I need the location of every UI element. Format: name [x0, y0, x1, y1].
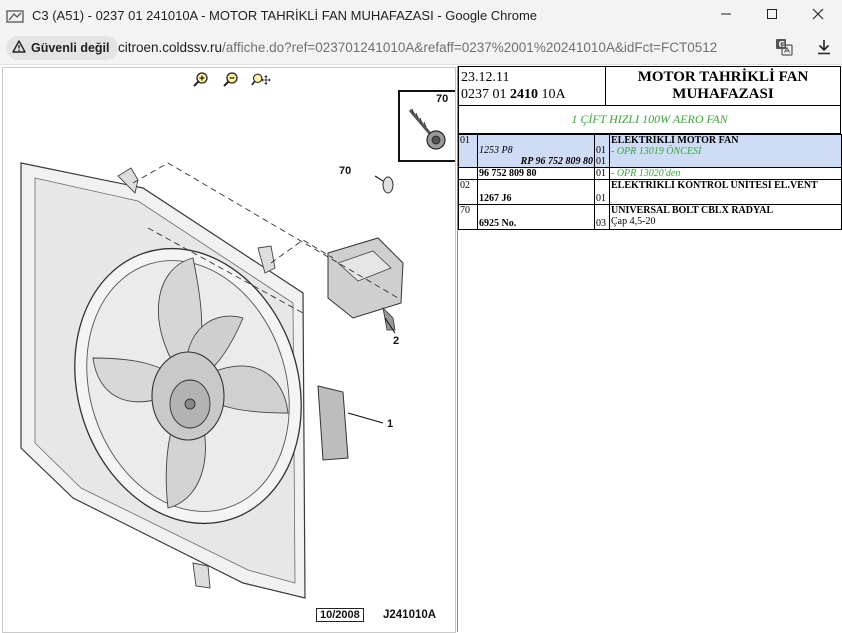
screw-thumbnail: 70	[398, 90, 455, 162]
part-desc-main: ELEKTRİKLİ MOTOR FAN	[611, 135, 739, 146]
part-ref-2: RP 96 752 809 80	[520, 156, 593, 167]
part-desc-sub: Çap 4,5-20	[611, 216, 656, 227]
ref-suffix: 10A	[538, 87, 566, 102]
drawing-ref-code: J241010A	[383, 609, 437, 621]
part-desc: UNIVERSAL BOLT CBLX RADYAL Çap 4,5-20	[609, 204, 842, 230]
part-no: 02	[458, 179, 478, 205]
download-icon	[816, 39, 832, 60]
header-ref: 0237 01 2410 10A	[461, 86, 566, 103]
part-ref-1: 1253 P8	[479, 145, 513, 156]
part-desc: ELEKTRİKLİ MOTOR FAN - OPR 13019 ÖNCESİ	[609, 134, 842, 168]
url-path: /affiche.do?ref=023701241010A&refaff=023…	[222, 40, 718, 55]
ref-prefix: 0237 01	[461, 87, 510, 102]
maximize-icon	[766, 7, 778, 25]
part-ref: 6925 No.	[477, 204, 595, 230]
url-host: citroen.coldssv.ru	[118, 40, 223, 55]
part-desc-main: UNIVERSAL BOLT CBLX RADYAL	[611, 205, 774, 216]
maximize-button[interactable]	[749, 0, 795, 32]
callout-70: 70	[339, 165, 352, 177]
table-row[interactable]: 96 752 809 80 01 - OPR 13020'den	[458, 167, 842, 180]
part-desc: ELEKTRİKLİ KONTROL ÜNİTESİ EL.VENT	[609, 179, 842, 205]
minimize-icon	[720, 7, 732, 25]
minimize-button[interactable]	[703, 0, 749, 32]
part-refs: 1253 P8 RP 96 752 809 80	[477, 134, 595, 168]
parts-table: 01 1253 P8 RP 96 752 809 80 01 01 ELEKTR…	[458, 134, 842, 230]
parts-pane: 23.12.11 0237 01 2410 10A MOTOR TAHRİKLİ…	[457, 66, 842, 632]
thumb-callout-70: 70	[436, 93, 449, 105]
page-content: 70 2 1 70 10/2008 J241010A 23.12.11 0237…	[0, 65, 842, 633]
part-no: 01	[458, 134, 478, 168]
translate-button[interactable]: G	[773, 38, 795, 60]
title-line-2: MUHAFAZASI	[672, 86, 774, 102]
title-line-1: MOTOR TAHRİKLİ FAN	[637, 69, 809, 85]
screw-icon	[408, 108, 446, 150]
url-field[interactable]: citroen.coldssv.ru/affiche.do?ref=023701…	[118, 40, 717, 55]
table-row[interactable]: 02 1267 J6 01 ELEKTRİKLİ KONTROL ÜNİTESİ…	[458, 179, 842, 205]
callout-1: 1	[387, 418, 394, 430]
header-left: 23.12.11 0237 01 2410 10A	[461, 69, 566, 103]
part-qty-3: 01	[594, 167, 610, 180]
translate-icon: G	[775, 38, 793, 61]
part-no: 70	[458, 204, 478, 230]
diagram-viewer: 70 2 1 70 10/2008 J241010A	[2, 67, 456, 633]
page-title: MOTOR TAHRİKLİ FAN MUHAFAZASI	[607, 69, 839, 103]
part-qty: 01 01	[594, 134, 610, 168]
warning-icon	[12, 40, 26, 56]
ref-bold: 2410	[510, 87, 538, 102]
part-no-empty	[458, 167, 478, 180]
part-note-1: - OPR 13019 ÖNCESİ	[611, 146, 702, 157]
window-title-bar: C3 (A51) - 0237 01 241010A - MOTOR TAHRİ…	[0, 0, 842, 32]
part-qty-1: 01	[596, 145, 606, 156]
table-row[interactable]: 70 6925 No. 03 UNIVERSAL BOLT CBLX RADYA…	[458, 204, 842, 230]
callout-2: 2	[393, 335, 400, 347]
part-qty: 03	[594, 204, 610, 230]
fan-assembly-drawing	[20, 162, 404, 599]
part-note-2: - OPR 13020'den	[609, 167, 842, 180]
part-qty-2: 01	[596, 156, 606, 167]
table-row[interactable]: 01 1253 P8 RP 96 752 809 80 01 01 ELEKTR…	[458, 134, 842, 168]
address-bar: Güvenli değil citroen.coldssv.ru/affiche…	[0, 32, 842, 65]
security-chip[interactable]: Güvenli değil	[6, 36, 118, 60]
part-qty: 01	[594, 179, 610, 205]
app-icon	[6, 8, 24, 24]
header-divider	[605, 67, 606, 105]
window-title: C3 (A51) - 0237 01 241010A - MOTOR TAHRİ…	[32, 8, 538, 23]
part-ref: 1267 J6	[477, 179, 595, 205]
part-ref-3: 96 752 809 80	[477, 167, 595, 180]
drawing-date-code: 10/2008	[316, 608, 364, 622]
close-button[interactable]	[795, 0, 841, 32]
parts-header: 23.12.11 0237 01 2410 10A MOTOR TAHRİKLİ…	[458, 66, 841, 106]
download-button[interactable]	[813, 38, 835, 60]
close-icon	[812, 7, 824, 25]
header-date: 23.12.11	[461, 70, 510, 85]
security-label: Güvenli değil	[31, 41, 110, 55]
variant-subtitle: 1 ÇİFT HIZLI 100W AERO FAN	[458, 106, 841, 134]
